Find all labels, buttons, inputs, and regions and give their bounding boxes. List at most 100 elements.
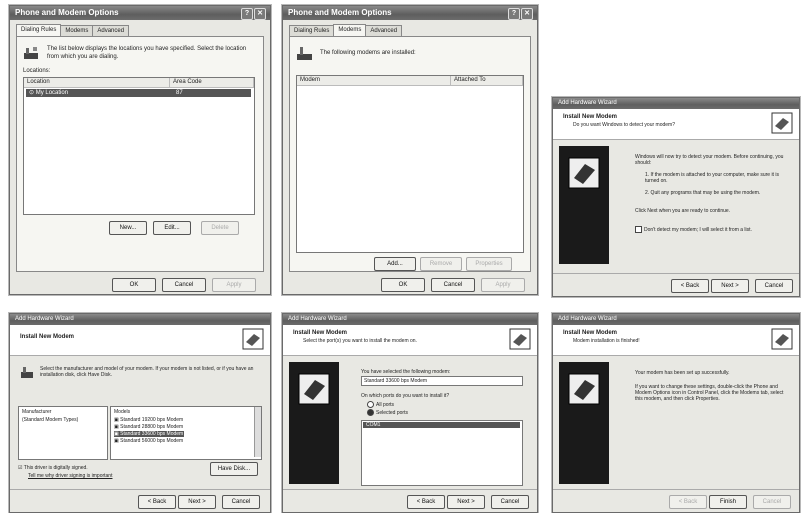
selected-ports-option[interactable]: Selected ports [367,409,408,417]
modem-wizard-icon [509,328,531,350]
modem-properties-button[interactable]: Properties [466,257,512,271]
back-button[interactable]: < Back [407,495,445,509]
all-ports-option[interactable]: All ports [367,401,394,409]
wizard-next-hint: Click Next when you are ready to continu… [635,208,731,214]
header-title: Install New Modem [293,330,348,336]
cancel-button[interactable]: Cancel [491,495,529,509]
cancel-button[interactable]: Cancel [753,495,791,509]
tab-advanced[interactable]: Advanced [92,25,130,36]
ok-button[interactable]: OK [381,278,425,292]
back-button[interactable]: < Back [669,495,707,509]
column-header-location[interactable]: Location [24,78,170,88]
selected-modem-label: You have selected the following modem: [361,369,451,375]
tab-panel: The list below displays the locations yo… [16,36,264,272]
window-titlebar: Phone and Modem Options ? ✕ [283,6,537,20]
edit-location-button[interactable]: Edit... [153,221,191,235]
dont-detect-checkbox[interactable]: Don't detect my modem; I will select it … [635,226,793,233]
option-label: Selected ports [376,410,408,416]
cancel-button[interactable]: Cancel [755,279,793,293]
wizard-step-2: 2. Quit any programs that may be using t… [645,190,761,196]
modems-list[interactable]: Modem Attached To [296,75,524,253]
add-hardware-wizard-detect: Add Hardware Wizard Install New Modem Do… [552,97,800,297]
driver-signing-link[interactable]: Tell me why driver signing is important [28,472,112,480]
models-header[interactable]: Models [114,408,130,416]
header-title: Install New Modem [20,334,75,340]
apply-button[interactable]: Apply [481,278,525,292]
window-title: Phone and Modem Options [15,8,119,17]
model-item[interactable]: ▣ Standard 56000 bps Modem [114,438,183,444]
selected-location-icon: ⊙ [29,90,36,96]
next-button[interactable]: Next > [447,495,485,509]
close-icon[interactable]: ✕ [521,8,533,20]
wizard-footer: < Back Next > Cancel [283,489,537,512]
window-titlebar: Phone and Modem Options ? ✕ [10,6,270,20]
port-item[interactable]: COM1 [363,422,520,428]
tab-dialing-rules[interactable]: Dialing Rules [289,25,335,36]
tab-panel: The following modems are installed: Mode… [289,36,531,272]
manufacturer-list[interactable]: Manufacturer (Standard Modem Types) [18,406,108,460]
model-item-label: Standard 33600 bps Modem [120,431,184,437]
modem-wizard-icon [771,328,793,350]
back-button[interactable]: < Back [671,279,709,293]
cancel-button[interactable]: Cancel [222,495,260,509]
remove-modem-button[interactable]: Remove [420,257,462,271]
ports-list[interactable]: COM1 [361,420,523,486]
model-item[interactable]: ▣ Standard 19200 bps Modem [114,417,183,423]
add-hardware-wizard-select-model: Add Hardware Wizard Install New Modem Se… [9,313,271,513]
header-subtitle: Select the port(s) you want to install t… [303,338,417,344]
header-title: Install New Modem [563,330,618,336]
ok-button[interactable]: OK [112,278,156,292]
next-button[interactable]: Next > [711,279,749,293]
apply-button[interactable]: Apply [212,278,256,292]
modem-wizard-icon [771,112,793,134]
model-item-selected[interactable]: ▣ Standard 33600 bps Modem [114,431,184,437]
checkbox-icon[interactable] [635,226,642,233]
window-title: Add Hardware Wizard [288,316,347,322]
wizard-header: Install New Modem [10,325,270,356]
help-icon[interactable]: ? [508,8,520,20]
window-titlebar: Add Hardware Wizard [283,314,537,325]
window-title: Add Hardware Wizard [558,100,617,106]
tab-modems[interactable]: Modems [60,25,94,36]
radio-icon[interactable] [367,401,374,409]
manufacturer-item[interactable]: (Standard Modem Types) [22,416,78,424]
column-header-area-code[interactable]: Area Code [170,78,254,88]
have-disk-button[interactable]: Have Disk... [210,462,258,476]
wizard-footer: < Back Next > Cancel [10,489,270,512]
modem-graphic-icon [568,373,600,405]
locations-list[interactable]: Location Area Code ⊙ My Location 87 [23,77,255,215]
cancel-button[interactable]: Cancel [431,278,475,292]
next-button[interactable]: Next > [178,495,216,509]
modem-icon [21,367,33,378]
wizard-footer: < Back Finish Cancel [553,489,799,512]
add-modem-button[interactable]: Add... [374,257,416,271]
column-header-attached-to[interactable]: Attached To [451,76,523,86]
modem-graphic-icon [568,157,600,189]
column-header-modem[interactable]: Modem [297,76,451,86]
wizard-header: Install New Modem Modem installation is … [553,325,799,356]
delete-location-button[interactable]: Delete [201,221,239,235]
finish-button[interactable]: Finish [709,495,747,509]
location-row[interactable]: ⊙ My Location 87 [26,89,251,97]
models-scrollbar[interactable] [254,407,261,457]
radio-selected-icon[interactable] [367,409,374,417]
window-titlebar: Add Hardware Wizard [553,314,799,325]
close-icon[interactable]: ✕ [254,8,266,20]
back-button[interactable]: < Back [138,495,176,509]
success-message: Your modem has been set up successfully. [635,370,730,376]
locations-label: Locations: [23,68,51,74]
tab-advanced[interactable]: Advanced [365,25,403,36]
location-area-code: 87 [176,90,183,96]
wizard-step-1: 1. If the modem is attached to your comp… [645,172,779,184]
phone-icon [24,47,38,59]
window-titlebar: Add Hardware Wizard [10,314,270,325]
models-list[interactable]: Models ▣ Standard 19200 bps Modem ▣ Stan… [110,406,262,460]
modem-graphic-icon [298,373,330,405]
select-description: Select the manufacturer and model of you… [40,366,254,378]
cancel-button[interactable]: Cancel [162,278,206,292]
checkbox-label: Don't detect my modem; I will select it … [644,226,752,233]
manufacturer-header[interactable]: Manufacturer [22,408,51,416]
model-item[interactable]: ▣ Standard 28800 bps Modem [114,424,183,430]
help-icon[interactable]: ? [241,8,253,20]
new-location-button[interactable]: New... [109,221,147,235]
